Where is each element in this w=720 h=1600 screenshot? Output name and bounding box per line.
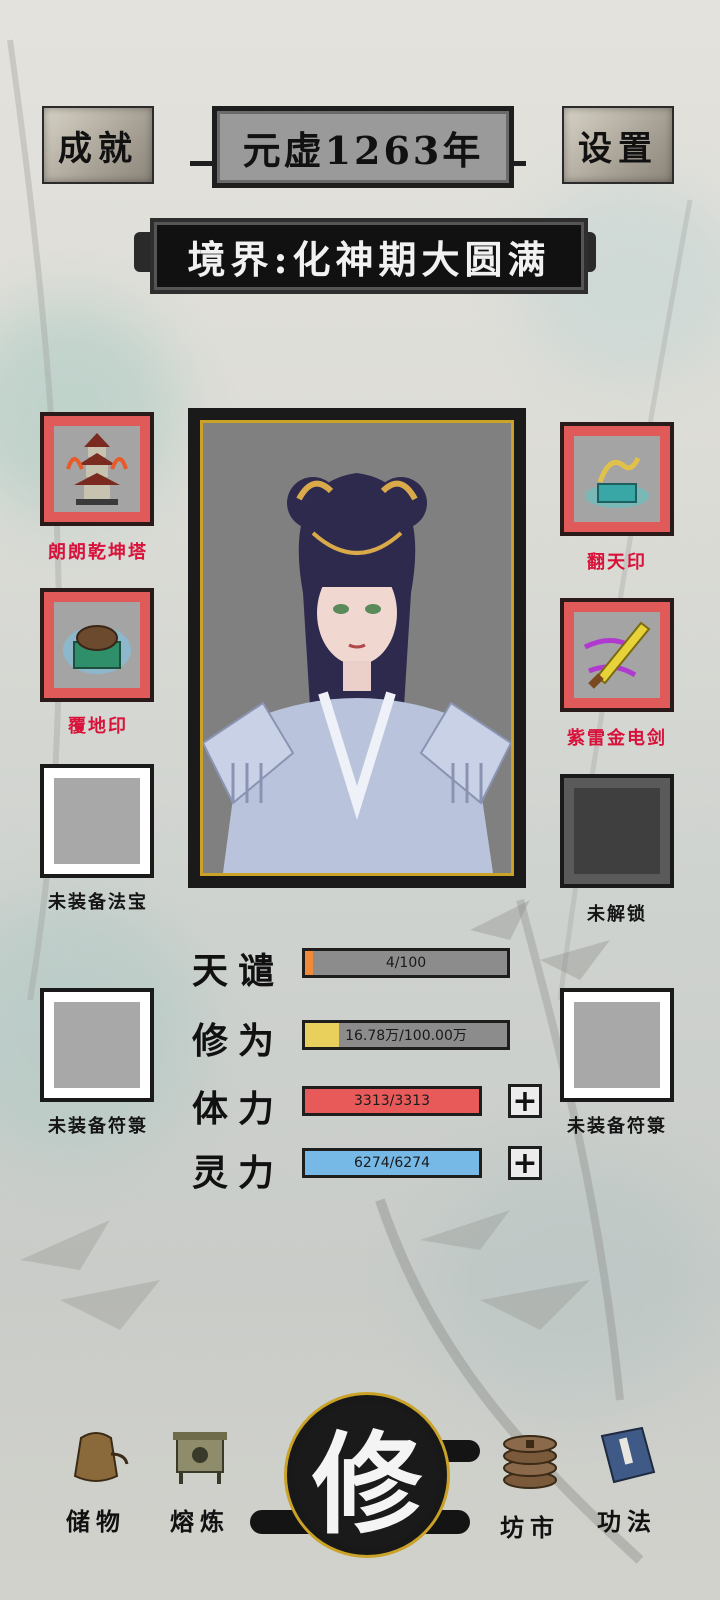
slot-label-right-1: 翻天印 — [587, 552, 647, 573]
achievements-label: 成就 — [58, 128, 138, 169]
cultivation-bar: 16.78万/100.00万 — [302, 1020, 510, 1050]
stamina-value: 3313/3313 — [354, 1093, 430, 1109]
plus-icon: + — [512, 1145, 538, 1181]
cultivation-value: 16.78万/100.00万 — [345, 1028, 467, 1044]
equip-slot-right-4[interactable] — [560, 988, 674, 1102]
book-icon — [582, 1424, 672, 1502]
nav-storage[interactable]: 储物 — [56, 1424, 136, 1537]
turtle-seal-icon — [54, 602, 140, 688]
lightning-sword-icon — [574, 612, 660, 698]
nav-storage-label: 储物 — [66, 1507, 126, 1536]
realm-text: 境界:化神期大圆满 — [187, 236, 551, 282]
year-plaque: 元虚1263年 — [212, 106, 514, 188]
character-portrait — [200, 420, 514, 876]
settings-button[interactable]: 设置 — [562, 106, 674, 184]
equip-slot-right-2[interactable] — [560, 598, 674, 712]
nav-techniques-label: 功法 — [597, 1507, 657, 1536]
nav-smelting[interactable]: 熔炼 — [160, 1424, 240, 1537]
pagoda-icon — [54, 426, 140, 512]
equip-slot-right-3-locked[interactable] — [560, 774, 674, 888]
equip-slot-left-2[interactable] — [40, 588, 154, 702]
slot-label-right-2: 紫雷金电剑 — [567, 728, 667, 749]
spirit-value: 6274/6274 — [354, 1155, 430, 1171]
cultivate-button[interactable]: 修 — [284, 1392, 450, 1558]
cultivate-label: 修 — [312, 1420, 422, 1549]
heavenly-punishment-value: 4/100 — [385, 955, 427, 971]
character-portrait-frame[interactable] — [188, 408, 526, 888]
nav-market-label: 坊市 — [500, 1513, 560, 1542]
spirit-plus-button[interactable]: + — [508, 1145, 542, 1181]
heavenly-punishment-bar: 4/100 — [302, 948, 510, 978]
stat-label-cultivation: 修为 — [192, 1020, 285, 1062]
slot-label-left-1: 朗朗乾坤塔 — [48, 542, 148, 563]
coins-icon — [480, 1424, 580, 1508]
cauldron-icon — [160, 1424, 240, 1502]
slot-label-left-4: 未装备符箓 — [48, 1116, 148, 1137]
equip-slot-right-1[interactable] — [560, 422, 674, 536]
nav-techniques[interactable]: 功法 — [582, 1424, 672, 1537]
slot-label-left-3: 未装备法宝 — [48, 892, 148, 913]
achievements-button[interactable]: 成就 — [42, 106, 154, 184]
stamina-plus-button[interactable]: + — [508, 1083, 542, 1119]
plus-icon: + — [512, 1083, 538, 1119]
stat-label-spirit: 灵力 — [192, 1152, 285, 1194]
equip-slot-left-1[interactable] — [40, 412, 154, 526]
slot-label-right-3: 未解锁 — [587, 904, 647, 925]
settings-label: 设置 — [578, 128, 658, 169]
dragon-seal-icon — [574, 436, 660, 522]
year-text: 元虚1263年 — [242, 127, 484, 173]
stat-label-heavenly-punishment: 天谴 — [192, 950, 285, 992]
realm-banner: 境界:化神期大圆满 — [150, 218, 588, 294]
stamina-bar: 3313/3313 — [302, 1086, 482, 1116]
spirit-bar: 6274/6274 — [302, 1148, 482, 1178]
nav-market[interactable]: 坊市 — [480, 1424, 580, 1543]
stat-label-stamina: 体力 — [192, 1088, 285, 1130]
slot-label-right-4: 未装备符箓 — [567, 1116, 667, 1137]
pouch-icon — [56, 1424, 136, 1502]
nav-smelting-label: 熔炼 — [170, 1507, 230, 1536]
equip-slot-left-4[interactable] — [40, 988, 154, 1102]
equip-slot-left-3[interactable] — [40, 764, 154, 878]
slot-label-left-2: 覆地印 — [68, 716, 128, 737]
